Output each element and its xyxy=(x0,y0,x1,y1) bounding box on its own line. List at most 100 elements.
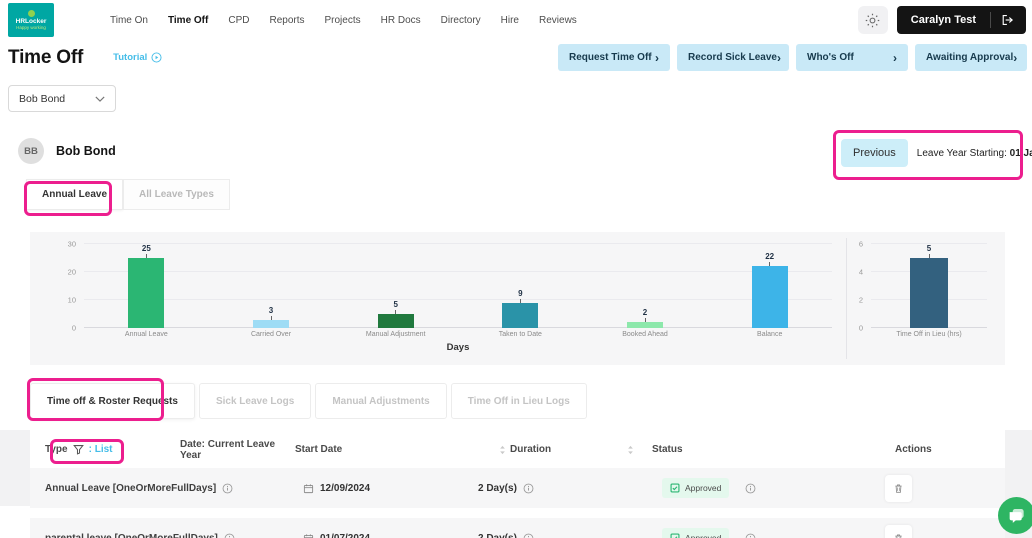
hrlocker-logo[interactable]: HRLocker Happy working xyxy=(8,3,54,37)
leave-type-label: parental leave [OneOrMoreFullDays] xyxy=(45,533,218,538)
tab-manual-adjustments[interactable]: Manual Adjustments xyxy=(315,383,446,419)
status-cell: Approved xyxy=(662,528,895,538)
bar-group-booked-ahead: 2 xyxy=(583,244,708,328)
chevron-right-icon: › xyxy=(777,53,781,63)
charts-panel: 0102030 25359222 Annual LeaveCarried Ove… xyxy=(30,232,1005,365)
bar-manual-adjustment xyxy=(378,314,414,328)
requests-table: Type : List Date: Current Leave Year Sta… xyxy=(30,433,1005,538)
action-button-awaiting-approval[interactable]: Awaiting Approval› xyxy=(915,44,1027,71)
tutorial-link[interactable]: Tutorial xyxy=(113,52,162,63)
nav-item-cpd[interactable]: CPD xyxy=(228,15,249,26)
nav-item-time-on[interactable]: Time On xyxy=(110,15,148,26)
log-tabs: Time off & Roster RequestsSick Leave Log… xyxy=(30,383,1032,419)
column-header-actions: Actions xyxy=(895,444,990,455)
column-header-status: Status xyxy=(652,444,895,455)
category-label: Balance xyxy=(707,331,832,338)
bar-group-annual-leave: 25 xyxy=(84,244,209,328)
action-button-request-time-off[interactable]: Request Time Off› xyxy=(558,44,670,71)
category-label: Time Off in Lieu (hrs) xyxy=(871,331,987,338)
bar-balance xyxy=(752,266,788,328)
page-title: Time Off xyxy=(8,47,83,69)
funnel-icon xyxy=(73,444,84,455)
tab-time-off-in-lieu-logs[interactable]: Time Off in Lieu Logs xyxy=(451,383,587,419)
tab-all-leave-types[interactable]: All Leave Types xyxy=(123,179,230,210)
actions-cell xyxy=(885,525,990,538)
logo-leaf-icon xyxy=(28,10,35,17)
duration-cell: 2 Day(s) xyxy=(478,533,652,538)
bar-value-label: 5 xyxy=(393,301,397,309)
category-label: Annual Leave xyxy=(84,331,209,338)
type-filter-mode: : List xyxy=(89,444,113,455)
plot-area: 25359222 xyxy=(84,244,832,328)
logout-icon xyxy=(1002,14,1015,26)
nav-item-reports[interactable]: Reports xyxy=(269,15,304,26)
nav-item-projects[interactable]: Projects xyxy=(325,15,361,26)
quick-actions: Request Time Off›Record Sick Leave›Who's… xyxy=(558,44,1027,71)
chevron-right-icon: › xyxy=(655,53,659,63)
page-gutter xyxy=(0,430,30,506)
column-header-start-date[interactable]: Start Date xyxy=(295,444,510,455)
category-label: Booked Ahead xyxy=(583,331,708,338)
leave-type-tabs: Annual LeaveAll Leave Types xyxy=(26,179,1032,210)
tab-annual-leave[interactable]: Annual Leave xyxy=(26,179,123,210)
chat-bubble-icon xyxy=(1007,506,1026,525)
leave-summary-chart: 0102030 25359222 Annual LeaveCarried Ove… xyxy=(30,232,846,365)
nav-item-hr-docs[interactable]: HR Docs xyxy=(381,15,421,26)
info-icon[interactable] xyxy=(523,533,534,538)
x-axis-label: Days xyxy=(84,342,832,353)
column-header-duration[interactable]: Duration xyxy=(510,444,652,455)
bar-annual-leave xyxy=(128,258,164,328)
chat-launcher-button[interactable] xyxy=(998,497,1032,534)
info-icon[interactable] xyxy=(224,533,235,538)
category-label: Taken to Date xyxy=(458,331,583,338)
duration-value: 2 Day(s) xyxy=(478,533,517,538)
trash-button[interactable] xyxy=(885,475,912,502)
tab-sick-leave-logs[interactable]: Sick Leave Logs xyxy=(199,383,311,419)
action-button-label: Record Sick Leave xyxy=(688,52,777,63)
user-name-button[interactable]: Caralyn Test xyxy=(897,14,990,26)
nav-item-hire[interactable]: Hire xyxy=(501,15,519,26)
category-labels: Annual LeaveCarried OverManual Adjustmen… xyxy=(84,331,832,338)
employee-dropdown-value: Bob Bond xyxy=(19,93,65,105)
action-button-record-sick-leave[interactable]: Record Sick Leave› xyxy=(677,44,789,71)
trash-button[interactable] xyxy=(885,525,912,538)
logo-title: HRLocker xyxy=(16,18,47,25)
gear-icon xyxy=(865,13,880,28)
type-filter[interactable]: Type : List xyxy=(45,444,180,455)
bar-value-label: 25 xyxy=(142,245,151,253)
bar-time-off-in-lieu-hrs xyxy=(910,258,948,328)
employee-selector-row: Bob Bond xyxy=(0,71,1032,112)
table-row: Annual Leave [OneOrMoreFullDays]12/09/20… xyxy=(30,468,1005,508)
employee-dropdown[interactable]: Bob Bond xyxy=(8,85,116,112)
nav-item-reviews[interactable]: Reviews xyxy=(539,15,577,26)
action-button-label: Who's Off xyxy=(807,52,854,63)
info-icon[interactable] xyxy=(222,483,233,494)
info-icon[interactable] xyxy=(523,483,534,494)
info-icon[interactable] xyxy=(745,533,756,538)
bar-taken-to-date xyxy=(502,303,538,328)
calendar-icon xyxy=(303,483,314,494)
nav-item-directory[interactable]: Directory xyxy=(441,15,481,26)
bar-group-taken-to-date: 9 xyxy=(458,244,583,328)
plot-area: 5 xyxy=(871,244,987,328)
chevron-right-icon: › xyxy=(1013,53,1017,63)
nav-item-time-off[interactable]: Time Off xyxy=(168,15,208,26)
y-tick-label: 6 xyxy=(859,241,863,248)
status-cell: Approved xyxy=(662,478,895,498)
logout-button[interactable] xyxy=(991,6,1026,34)
settings-button[interactable] xyxy=(858,6,888,34)
avatar: BB xyxy=(18,138,44,164)
table-row: parental leave [OneOrMoreFullDays]01/07/… xyxy=(30,518,1005,538)
action-button-label: Awaiting Approval xyxy=(926,52,1013,63)
info-icon[interactable] xyxy=(745,483,756,494)
action-button-who-s-off[interactable]: Who's Off › xyxy=(796,44,908,71)
bar-value-label: 9 xyxy=(518,290,522,298)
table-header: Type : List Date: Current Leave Year Sta… xyxy=(30,433,1005,466)
previous-button[interactable]: Previous xyxy=(841,139,908,167)
tab-time-off-roster-requests[interactable]: Time off & Roster Requests xyxy=(30,383,195,419)
chevron-right-icon: › xyxy=(893,53,897,63)
check-icon xyxy=(670,533,680,538)
type-filter-label: Type xyxy=(45,444,68,455)
user-menu: Caralyn Test xyxy=(897,6,1026,34)
status-label: Approved xyxy=(685,483,721,493)
